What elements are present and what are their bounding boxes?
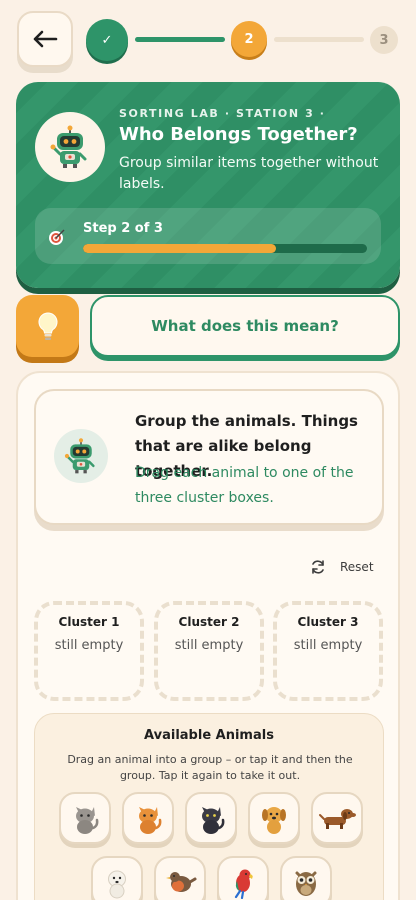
animal-orange-cat[interactable] <box>122 792 174 844</box>
robot-mascot-avatar <box>35 112 105 182</box>
animal-black-cat[interactable] <box>185 792 237 844</box>
instruction-hint: Drag each animal to one of the three clu… <box>135 465 354 506</box>
puppy-icon <box>262 807 286 834</box>
dachshund-icon <box>319 809 356 829</box>
animal-dachshund[interactable] <box>311 792 363 844</box>
cluster-3-dropzone[interactable]: Cluster 3 still empty <box>273 601 383 701</box>
step-2-current: 2 <box>231 21 267 57</box>
arrow-left-icon <box>33 30 58 48</box>
lesson-header-card: SORTING LAB · STATION 3 · Who Belongs To… <box>16 82 400 288</box>
orange-cat-icon <box>139 807 162 834</box>
lesson-subtitle: Group similar items together without lab… <box>119 155 379 192</box>
step-progress: Step 2 of 3 <box>35 208 381 264</box>
progress-fill <box>83 244 277 253</box>
cluster-status: still empty <box>174 638 244 653</box>
refresh-icon <box>312 560 324 574</box>
gray-cat-icon <box>76 807 99 834</box>
robin-icon <box>166 872 197 892</box>
lesson-kicker: SORTING LAB · STATION 3 · <box>119 107 326 120</box>
tray-help-text: Drag an animal into a group – or tap it … <box>67 753 353 782</box>
owl-icon <box>295 871 317 896</box>
animal-gray-cat[interactable] <box>59 792 111 844</box>
cluster-status: still empty <box>54 638 124 653</box>
parrot-icon <box>234 869 253 899</box>
cluster-title: Cluster 1 <box>58 615 120 629</box>
activity-panel: Group the animals. Things that are alike… <box>16 371 400 900</box>
lesson-title: Who Belongs Together? <box>119 124 358 145</box>
white-dog-icon <box>108 870 126 899</box>
lightbulb-icon <box>37 312 58 340</box>
cluster-title: Cluster 3 <box>297 615 359 629</box>
hint-button[interactable] <box>16 295 79 357</box>
robot-icon <box>50 125 87 168</box>
animal-parrot[interactable] <box>217 856 269 900</box>
step-3-upcoming: 3 <box>370 26 398 54</box>
available-animals-tray: Available Animals Drag an animal into a … <box>34 713 384 900</box>
target-icon <box>49 229 65 245</box>
cluster-1-dropzone[interactable]: Cluster 1 still empty <box>34 601 144 701</box>
reset-label: Reset <box>340 560 374 574</box>
tray-title: Available Animals <box>144 728 274 743</box>
check-icon: ✓ <box>101 32 113 48</box>
animal-owl[interactable] <box>280 856 332 900</box>
cluster-2-dropzone[interactable]: Cluster 2 still empty <box>154 601 264 701</box>
animal-white-dog[interactable] <box>91 856 143 900</box>
progress-track <box>83 244 367 253</box>
cluster-title: Cluster 2 <box>178 615 240 629</box>
cluster-status: still empty <box>293 638 363 653</box>
black-cat-icon <box>202 807 225 834</box>
reset-button[interactable]: Reset <box>310 559 374 575</box>
robot-icon <box>64 438 95 474</box>
step-connector-1 <box>135 37 225 42</box>
robot-mascot-small <box>54 429 108 483</box>
what-does-this-mean-button[interactable]: What does this mean? <box>90 295 400 357</box>
back-button[interactable] <box>17 11 73 67</box>
step-connector-2 <box>274 37 364 42</box>
progress-label: Step 2 of 3 <box>83 221 163 236</box>
step-1-complete: ✓ <box>86 19 128 61</box>
animal-robin[interactable] <box>154 856 206 900</box>
animal-puppy[interactable] <box>248 792 300 844</box>
instruction-card: Group the animals. Things that are alike… <box>34 389 384 525</box>
